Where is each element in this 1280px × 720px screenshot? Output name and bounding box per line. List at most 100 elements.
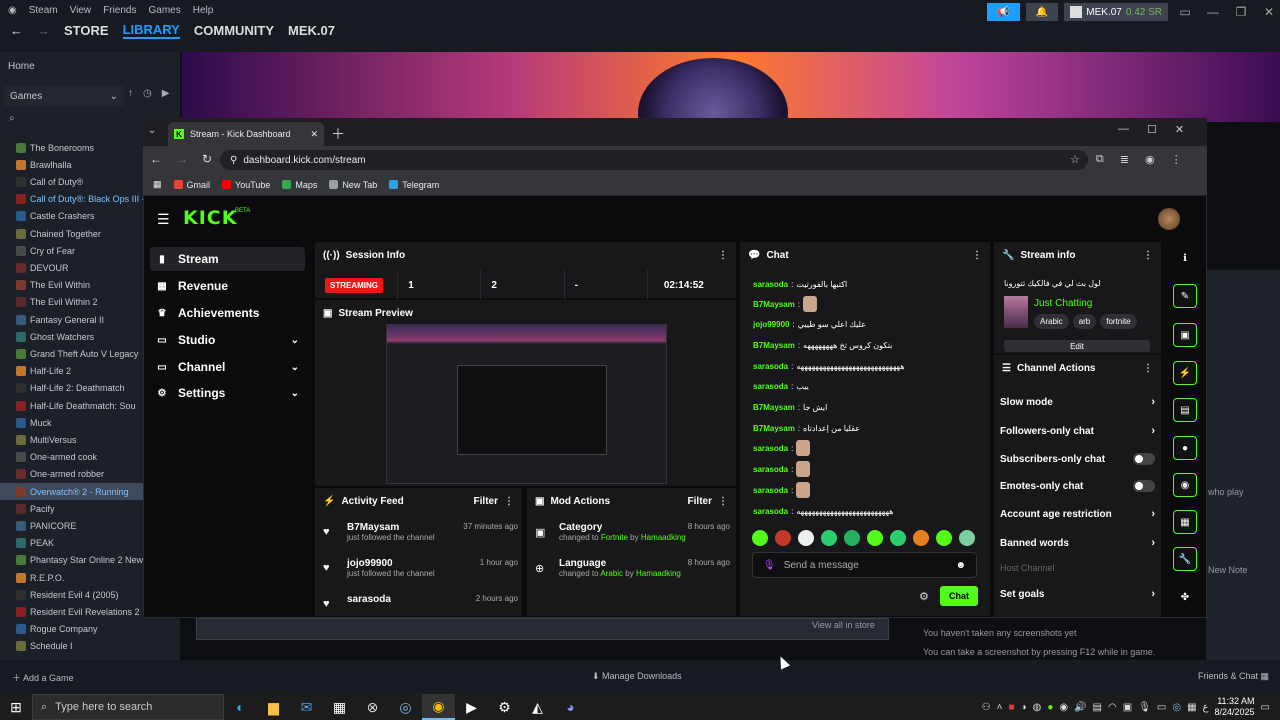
steam-icon[interactable]: ◎ (389, 694, 422, 720)
nav-revenue[interactable]: ▦ Revenue (150, 274, 305, 298)
steam-user-menu[interactable]: MEK.07 0.42 SR (1064, 3, 1168, 21)
emote-icon[interactable] (959, 530, 975, 546)
wrench-icon[interactable]: 🔧 (1173, 547, 1197, 571)
back-arrow-icon[interactable]: ← (10, 23, 23, 38)
game-list-item[interactable]: Call of Duty® (0, 173, 145, 190)
bookmark-new-tab[interactable]: New Tab (329, 180, 377, 190)
emote-icon[interactable] (775, 530, 791, 546)
chat-bubble-icon[interactable]: ● (1173, 436, 1197, 460)
nav-library[interactable]: LIBRARY (122, 22, 180, 39)
nav-community[interactable]: COMMUNITY (194, 23, 274, 38)
overwatch-icon[interactable]: ◭ (521, 694, 554, 720)
apps-icon[interactable]: ✤ (1173, 585, 1197, 609)
game-list-item[interactable]: The Evil Within 2 (0, 294, 145, 311)
game-list-item[interactable]: Half-Life 2: Deathmatch (0, 380, 145, 397)
menu-games[interactable]: Games (149, 5, 181, 16)
document-icon[interactable]: ▤ (1173, 398, 1197, 422)
volume-icon[interactable]: 🔊 (1074, 702, 1086, 713)
game-list-item[interactable]: Muck (0, 414, 145, 431)
add-game-button[interactable]: ＋ Add a Game (12, 671, 74, 684)
tray-app-icon[interactable]: ◍ (1033, 702, 1042, 713)
steam-tray-icon[interactable]: ◎ (1172, 702, 1181, 713)
nav-studio[interactable]: ▭ Studio ⌄ (150, 328, 305, 352)
followers-only-row[interactable]: Followers-only chat › (1000, 421, 1155, 441)
game-list-item[interactable]: Half-Life 2 (0, 363, 145, 380)
tray-app-icon[interactable]: ■ (1008, 702, 1014, 713)
chat-username[interactable]: sarasoda (753, 507, 788, 516)
kebab-menu-icon[interactable]: ⋮ (1143, 363, 1153, 374)
emote-icon[interactable] (867, 530, 883, 546)
tag[interactable]: fortnite (1100, 314, 1137, 329)
menu-friends[interactable]: Friends (103, 5, 136, 16)
kebab-menu-icon[interactable]: ⋮ (1143, 250, 1153, 261)
game-list-item[interactable]: Castle Crashers (0, 208, 145, 225)
tag[interactable]: arb (1072, 314, 1097, 329)
chat-username[interactable]: sarasoda (753, 280, 788, 289)
windows-start-icon[interactable]: ⊞ (0, 694, 32, 720)
bookmark-youtube[interactable]: YouTube (222, 180, 270, 190)
mod-user[interactable]: Hamaadking (641, 533, 686, 542)
chat-username[interactable]: B7Maysam (753, 403, 795, 412)
kebab-menu-icon[interactable]: ⋮ (718, 496, 728, 507)
search-icon[interactable]: ⌕ (9, 113, 15, 124)
wifi-icon[interactable]: ◠ (1108, 702, 1117, 713)
address-bar[interactable]: ⚲ dashboard.kick.com/stream (220, 150, 1088, 170)
browser-tab[interactable]: K Stream - Kick Dashboard ✕ (168, 122, 324, 146)
media-player-icon[interactable]: ▶ (455, 694, 488, 720)
nav-achievements[interactable]: ♛ Achievements (150, 301, 305, 325)
tab-search-icon[interactable]: ⌄ (148, 125, 156, 136)
chevron-up-icon[interactable]: ˄ (997, 702, 1003, 713)
chat-username[interactable]: jojo99900 (753, 320, 789, 329)
game-list-item[interactable]: DEVOUR (0, 259, 145, 276)
info-icon[interactable]: ℹ (1173, 246, 1197, 270)
forward-arrow-icon[interactable]: → (37, 23, 50, 38)
people-icon[interactable]: ⚇ (982, 702, 991, 713)
emotes-only-toggle[interactable] (1133, 480, 1155, 492)
edge-icon[interactable]: ◐ (224, 694, 257, 720)
reload-icon[interactable]: ↻ (202, 152, 212, 166)
menu-steam[interactable]: Steam (29, 5, 58, 16)
layout-icon[interactable]: ▦ (1173, 510, 1197, 534)
lightning-icon[interactable]: ⚡ (1173, 361, 1197, 385)
maximize-icon[interactable]: ❐ (1230, 5, 1252, 19)
emote-icon[interactable] (913, 530, 929, 546)
mod-user[interactable]: Hamaadking (636, 569, 681, 578)
new-note-button[interactable]: New Note (1208, 565, 1248, 575)
profile-icon[interactable]: ◉ (1145, 153, 1155, 166)
game-list-item[interactable]: Ghost Watchers (0, 328, 145, 345)
game-list-item[interactable]: Call of Duty®: Black Ops III - (0, 191, 145, 208)
game-list-item[interactable]: Schedule I (0, 638, 145, 655)
set-goals-row[interactable]: Set goals › (1000, 584, 1155, 604)
chat-username[interactable]: sarasoda (753, 486, 788, 495)
bookmark-gmail[interactable]: Gmail (173, 180, 210, 190)
game-list-item[interactable]: Half-Life Deathmatch: Sou (0, 397, 145, 414)
tray-app-icon[interactable]: ▦ (1187, 702, 1196, 713)
chat-send-button[interactable]: Chat (940, 586, 978, 606)
taskbar-search[interactable]: ⌕ Type here to search (32, 694, 224, 720)
chat-username[interactable]: B7Maysam (753, 341, 795, 350)
chat-username[interactable]: sarasoda (753, 444, 788, 453)
game-list-item[interactable]: Grand Theft Auto V Legacy (0, 345, 145, 362)
settings-gear-icon[interactable]: ⚙ (488, 694, 521, 720)
kick-logo[interactable]: KICK (183, 207, 237, 229)
nav-settings[interactable]: ⚙ Settings ⌄ (150, 381, 305, 405)
capture-icon[interactable]: ▣ (1173, 323, 1197, 347)
extensions-icon[interactable]: ⧉ (1096, 153, 1104, 166)
menu-help[interactable]: Help (193, 5, 214, 16)
announcement-button[interactable]: 📢 (987, 3, 1020, 21)
kebab-menu-icon[interactable]: ⋮ (1171, 153, 1182, 166)
close-icon[interactable]: ✕ (1258, 5, 1280, 19)
sort-up-icon[interactable]: ↑ (128, 88, 133, 99)
emote-icon[interactable] (798, 530, 814, 546)
store-icon[interactable]: ▦ (323, 694, 356, 720)
emote-icon[interactable] (890, 530, 906, 546)
nav-store[interactable]: STORE (64, 23, 109, 38)
tray-app-icon[interactable]: ◉ (1059, 702, 1068, 713)
network-icon[interactable]: ▤ (1093, 702, 1102, 713)
stream-preview-video[interactable] (386, 324, 667, 484)
chrome-icon[interactable]: ◉ (422, 694, 455, 720)
mod-value[interactable]: Fortnite (601, 533, 628, 542)
mail-icon[interactable]: ✉ (290, 694, 323, 720)
microphone-icon[interactable]: 🎙 (1138, 702, 1151, 713)
minimize-icon[interactable]: — (1202, 5, 1224, 19)
